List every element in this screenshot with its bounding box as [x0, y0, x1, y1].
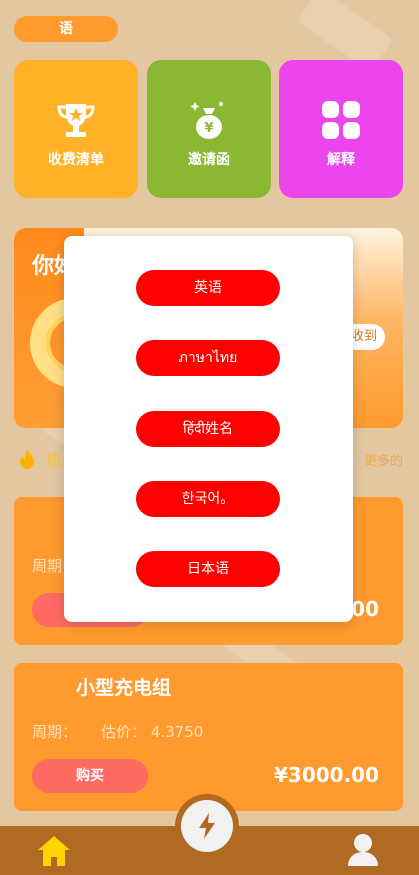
- language-modal: 英语 ภาษาไทย हिंदी姓名 한국어。 日本语: [64, 236, 353, 622]
- language-option[interactable]: 日本语: [136, 551, 280, 587]
- language-option[interactable]: 英语: [136, 270, 280, 306]
- language-option[interactable]: हिंदी姓名: [136, 411, 280, 447]
- language-option[interactable]: ภาษาไทย: [136, 340, 280, 376]
- language-option[interactable]: 한국어。: [136, 481, 280, 517]
